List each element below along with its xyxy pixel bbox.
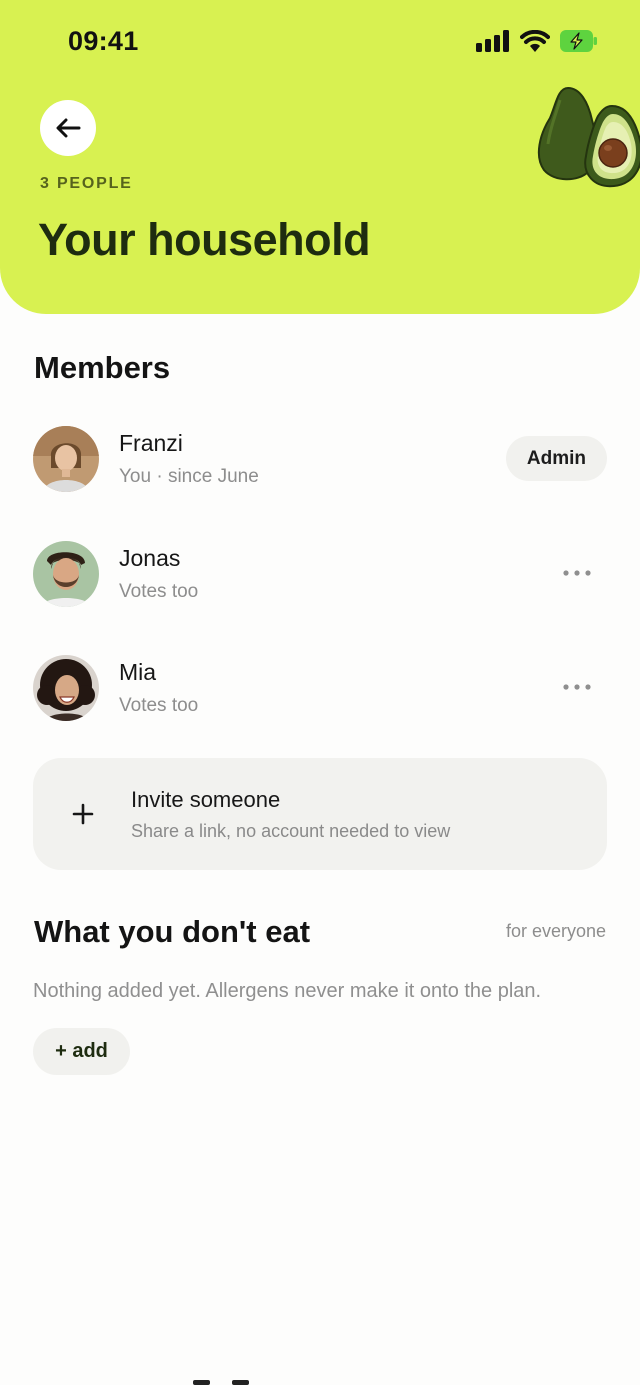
- member-row: Jonas Votes too: [33, 541, 607, 609]
- home-indicator: [193, 1380, 253, 1385]
- status-icons: [476, 30, 598, 52]
- member-name: Mia: [119, 659, 157, 685]
- diet-scope-label: for everyone: [505, 921, 606, 941]
- empty-state-text: Nothing added yet. Allergens never make …: [33, 980, 542, 1002]
- invite-title: Invite someone: [131, 787, 281, 812]
- battery-charging-icon: [560, 30, 597, 52]
- header: 09:41 3 PEOPLE Your household: [0, 0, 640, 314]
- member-name: Franzi: [119, 430, 183, 456]
- member-more-button[interactable]: [561, 675, 593, 699]
- status-time: 09:41: [68, 26, 139, 56]
- diet-heading: What you don't eat: [34, 914, 311, 949]
- page-title: Your household: [38, 214, 371, 265]
- arrow-left-icon: [56, 118, 81, 138]
- avatar: [33, 426, 99, 492]
- member-subtitle: You · since June: [119, 466, 259, 487]
- member-subtitle: Votes too: [119, 581, 199, 602]
- plus-icon: [69, 794, 97, 834]
- members-heading: Members: [34, 350, 171, 385]
- invite-subtitle: Share a link, no account needed to view: [131, 821, 451, 841]
- more-horizontal-icon: [563, 570, 591, 576]
- avatar: [33, 655, 99, 721]
- people-count: 3 PEOPLE: [40, 175, 133, 192]
- wifi-icon: [520, 30, 550, 52]
- admin-badge: Admin: [505, 436, 607, 481]
- invite-button[interactable]: Invite someone Share a link, no account …: [33, 758, 607, 870]
- signal-icon: [476, 30, 509, 52]
- member-name: Jonas: [119, 545, 181, 571]
- add-restriction-button[interactable]: + add: [33, 1028, 130, 1075]
- member-row: Franzi You · since June Admin: [33, 426, 607, 494]
- avocado-illustration: [537, 86, 640, 188]
- back-button[interactable]: [40, 100, 96, 156]
- avatar: [33, 541, 99, 607]
- member-row: Mia Votes too: [33, 655, 607, 723]
- member-more-button[interactable]: [561, 561, 593, 585]
- more-horizontal-icon: [563, 684, 591, 690]
- member-subtitle: Votes too: [119, 695, 199, 716]
